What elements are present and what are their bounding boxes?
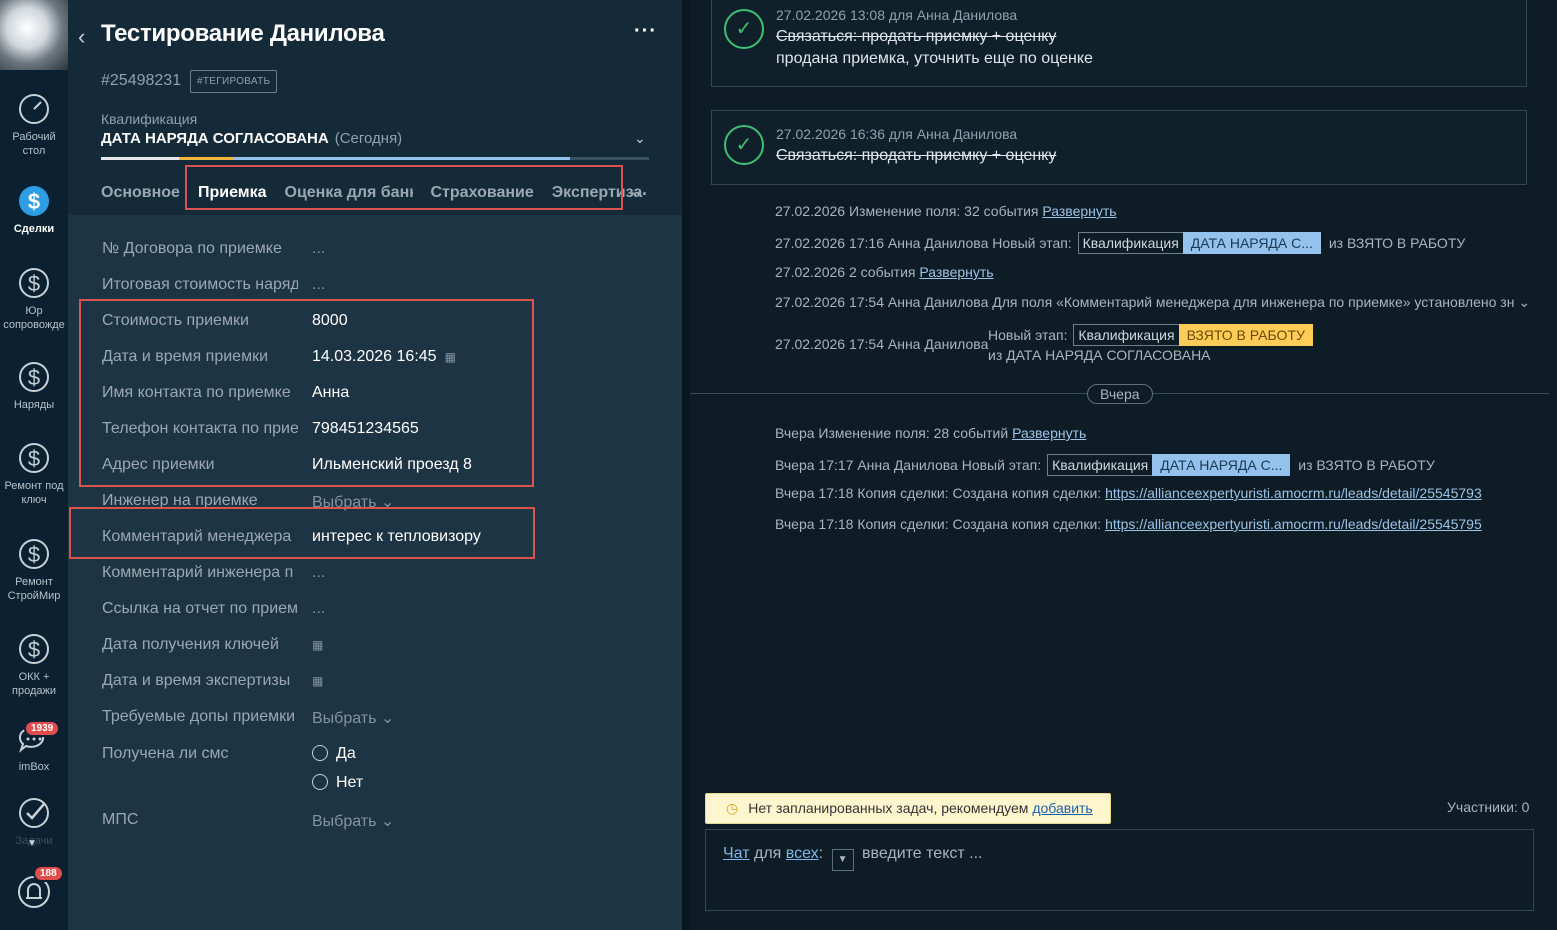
checkmark-icon (19, 798, 49, 828)
expand-link[interactable]: Развернуть (919, 264, 993, 280)
completed-task-note: ✓ 27.02.2026 13:08 для Анна Данилова Свя… (711, 0, 1527, 87)
chat-mode-link[interactable]: Чат (723, 845, 750, 862)
tab-main[interactable]: Основное (101, 184, 180, 202)
lead-copy-link[interactable]: https://allianceexpertyuristi.amocrm.ru/… (1105, 516, 1482, 532)
dollar-icon: $ (19, 634, 49, 664)
speedometer-icon (19, 94, 49, 124)
radio-circle (312, 774, 328, 790)
participants-count[interactable]: Участники: 0 (1447, 799, 1529, 815)
nav-item-label: Рабочий стол (12, 131, 56, 157)
event-row: 27.02.2026 2 события Развернуть (775, 264, 994, 280)
event-row: Вчера 17:18 Копия сделки: Создана копия … (775, 516, 1482, 532)
chat-composer[interactable]: Чат для всех: ▼ введите текст ... (705, 829, 1534, 911)
tag-button[interactable]: #ТЕГИРОВАТЬ (190, 70, 278, 93)
completed-task-note: ✓ 27.02.2026 16:36 для Анна Данилова Свя… (711, 110, 1527, 185)
lead-card: ‹ Тестирование Данилова ··· #25498231 #Т… (68, 0, 682, 930)
nav-item-orders[interactable]: $ Наряды (0, 356, 68, 412)
svg-text:$: $ (28, 446, 40, 471)
expand-link[interactable]: Развернуть (1012, 425, 1086, 441)
dollar-icon: $ (19, 539, 49, 569)
nav-item-label: Ремонт под ключ (4, 480, 64, 506)
radio-no[interactable]: Нет (312, 774, 363, 792)
calendar-icon: ▦ (312, 674, 324, 688)
checkmark-icon: ✓ (724, 9, 764, 49)
nav-item-turnkey-repair[interactable]: $ Ремонт под ключ (0, 437, 68, 507)
tabs-more-icon[interactable]: ··· (630, 184, 648, 205)
clock-icon: ◷ (726, 800, 739, 816)
nav-item-okk-sales[interactable]: $ ОКК + продажи (0, 628, 68, 698)
nav-item-label: Ремонт СтройМир (7, 576, 61, 602)
dollar-icon: $ (19, 362, 49, 392)
stage-date: (Сегодня) (334, 130, 403, 147)
lead-copy-link[interactable]: https://allianceexpertyuristi.amocrm.ru/… (1105, 485, 1482, 501)
event-stage-change: Новый этап: Квалификация ВЗЯТО В РАБОТУ (988, 324, 1313, 346)
pipeline-label: Квалификация (101, 111, 198, 127)
radio-circle (312, 745, 328, 761)
event-row: 27.02.2026 Изменение поля: 32 события Ра… (775, 203, 1117, 219)
highlight-box (185, 165, 623, 210)
highlight-box (79, 299, 534, 487)
event-row: Вчера Изменение поля: 28 событий Разверн… (775, 425, 1087, 441)
lead-title[interactable]: Тестирование Данилова (101, 20, 385, 48)
expand-link[interactable]: Развернуть (1042, 203, 1116, 219)
nav-item-deals[interactable]: $ Сделки (0, 180, 68, 236)
back-arrow-icon[interactable]: ‹ (78, 24, 85, 50)
calendar-icon: ▦ (312, 638, 324, 652)
chevron-down-icon[interactable]: ▼ (831, 849, 854, 871)
stage-name: ДАТА НАРЯДА СОГЛАСОВАНА (101, 130, 329, 147)
chat-input[interactable]: введите текст ... (862, 845, 982, 862)
no-tasks-banner: ◷ Нет запланированных задач, рекомендуем … (705, 793, 1111, 824)
user-avatar[interactable] (0, 0, 68, 70)
chevron-down-icon[interactable]: ⌄ (1518, 294, 1530, 310)
event-row: 27.02.2026 17:16 Анна Данилова Новый эта… (775, 232, 1465, 254)
day-separator-label: Вчера (1087, 384, 1153, 404)
panel-divider[interactable] (682, 0, 690, 930)
svg-text:$: $ (28, 637, 40, 662)
chat-recipient-link[interactable]: всех (786, 845, 819, 862)
nav-item-stroymir-repair[interactable]: $ Ремонт СтройМир (0, 533, 68, 603)
nav-item-label: Наряды (13, 399, 55, 411)
nav-item-label: ОКК + продажи (12, 671, 56, 697)
imbox-count-badge: 1939 (24, 720, 61, 737)
radio-yes[interactable]: Да (312, 745, 356, 763)
event-row: Вчера 17:17 Анна Данилова Новый этап: Кв… (775, 454, 1435, 476)
scrollbar[interactable] (1549, 0, 1557, 930)
dollar-icon: $ (19, 186, 49, 216)
event-row: 27.02.2026 17:54 Анна Данилова (775, 336, 989, 352)
highlight-box (69, 507, 535, 559)
event-stage-from: из ДАТА НАРЯДА СОГЛАСОВАНА (988, 347, 1211, 363)
lead-id: #25498231 (101, 72, 182, 89)
nav-item-label: Юр сопровожде (3, 305, 65, 331)
activity-feed: ✓ 27.02.2026 13:08 для Анна Данилова Свя… (690, 0, 1557, 930)
nav-item-label: Сделки (13, 223, 55, 235)
nav-item-legal[interactable]: $ Юр сопровожде (0, 262, 68, 332)
more-options-icon[interactable]: ··· (634, 20, 657, 43)
chevron-down-icon: ⌄ (380, 710, 395, 727)
chevron-down-icon: ⌄ (380, 813, 395, 830)
dollar-icon: $ (19, 268, 49, 298)
checkmark-icon: ✓ (724, 125, 764, 165)
nav-item-dashboard[interactable]: Рабочий стол (0, 92, 68, 158)
svg-text:$: $ (28, 542, 40, 567)
chevron-down-icon[interactable]: ⌄ (634, 130, 646, 147)
svg-text:$: $ (28, 189, 40, 214)
event-row: Вчера 17:18 Копия сделки: Создана копия … (775, 485, 1482, 501)
notifications-count-badge: 188 (33, 865, 64, 882)
svg-text:$: $ (28, 271, 40, 296)
nav-item-label: imBox (18, 761, 50, 773)
chevron-down-icon[interactable]: ▼ (27, 838, 37, 849)
add-task-link[interactable]: добавить (1032, 800, 1092, 816)
left-navigation: Рабочий стол $ Сделки $ Юр сопровожде $ … (0, 0, 68, 930)
dollar-icon: $ (19, 443, 49, 473)
pipeline-progress-bar (101, 157, 649, 160)
stage-selector[interactable]: ДАТА НАРЯДА СОГЛАСОВАНА (Сегодня) (101, 130, 402, 147)
event-row[interactable]: 27.02.2026 17:54 Анна Данилова Для поля … (775, 294, 1530, 311)
svg-text:$: $ (28, 365, 40, 390)
